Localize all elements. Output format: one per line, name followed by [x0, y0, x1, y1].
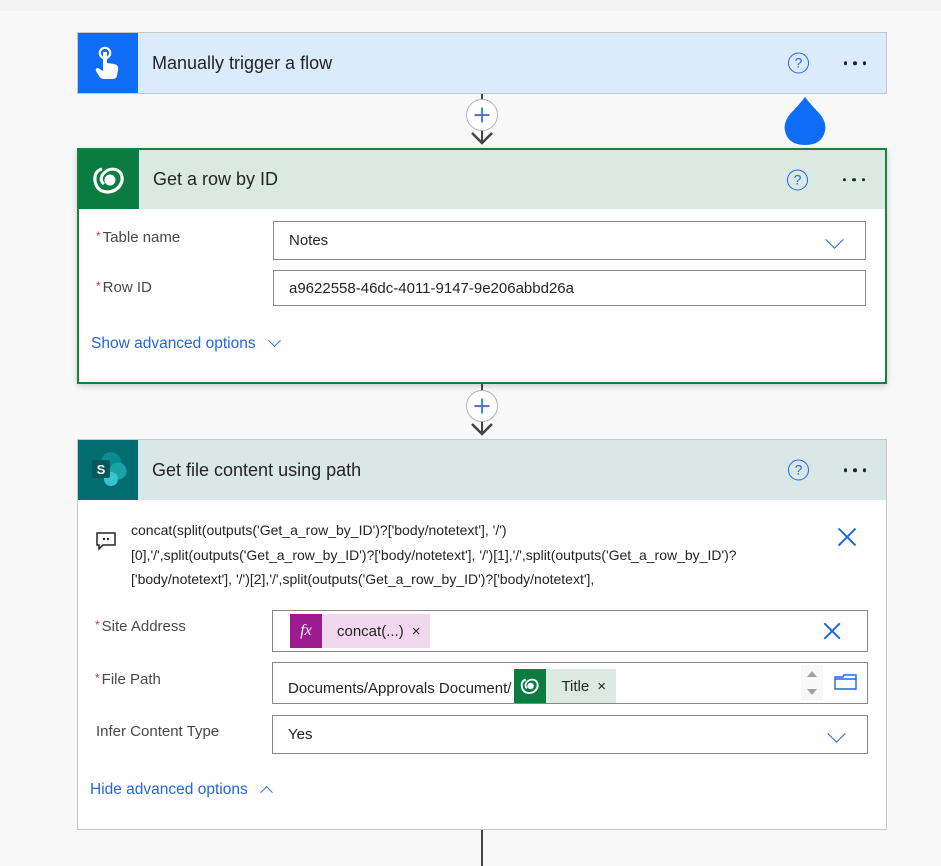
hide-advanced-options-link[interactable]: Hide advanced options: [90, 781, 273, 799]
arrow-down-icon: [471, 132, 493, 145]
infer-content-type-value: Yes: [288, 726, 313, 743]
row-id-value: a9622558-46dc-4011-9147-9e206abbd26a: [289, 279, 574, 297]
file-path-text: Documents/Approvals Document/: [288, 680, 512, 697]
get-row-card[interactable]: Get a row by ID ? * Table name Notes * Row…: [77, 148, 887, 384]
expression-line-3: ['body/notetext'], '/')[2],'/',split(out…: [131, 571, 595, 587]
table-name-value: Notes: [289, 232, 329, 249]
row-id-label-text: Row ID: [102, 279, 152, 296]
required-marker: *: [96, 279, 101, 293]
table-name-label: * Table name: [96, 229, 180, 246]
infer-content-type-dropdown[interactable]: Yes: [272, 715, 868, 754]
required-marker: *: [95, 618, 100, 632]
remove-token-icon[interactable]: ×: [597, 678, 616, 695]
row-id-label: * Row ID: [96, 279, 152, 296]
clear-icon[interactable]: [821, 620, 843, 642]
file-path-label-text: File Path: [101, 671, 161, 688]
more-options-icon[interactable]: [839, 174, 870, 186]
help-icon[interactable]: ?: [788, 52, 809, 74]
more-options-icon[interactable]: [840, 464, 871, 476]
table-name-dropdown[interactable]: Notes: [273, 221, 866, 260]
site-address-label: * Site Address: [95, 618, 186, 635]
get-row-card-header[interactable]: Get a row by ID ?: [79, 150, 885, 209]
show-advanced-options-text: Show advanced options: [91, 335, 256, 352]
expression-token[interactable]: fx concat(...) ×: [290, 614, 431, 648]
help-icon[interactable]: ?: [788, 459, 809, 481]
required-marker: *: [96, 229, 101, 243]
chevron-down-icon: [267, 334, 281, 348]
show-advanced-options-link[interactable]: Show advanced options: [91, 334, 281, 353]
dynamic-content-token[interactable]: Title ×: [514, 669, 616, 703]
touch-hand-icon: [78, 33, 138, 93]
remove-token-icon[interactable]: ×: [412, 623, 431, 640]
top-strip: [0, 0, 941, 11]
add-step-button[interactable]: [466, 99, 498, 131]
svg-text:S: S: [97, 462, 106, 477]
get-row-title: Get a row by ID: [153, 169, 279, 189]
trigger-title: Manually trigger a flow: [152, 52, 333, 73]
chevron-down-icon[interactable]: [825, 230, 844, 249]
trigger-card-header[interactable]: Manually trigger a flow ?: [78, 33, 886, 93]
expression-line-1: concat(split(outputs('Get_a_row_by_ID')?…: [131, 522, 507, 538]
fx-icon: fx: [290, 614, 322, 648]
get-file-content-card[interactable]: S Get file content using path ? concat(s…: [77, 439, 887, 830]
row-id-input[interactable]: a9622558-46dc-4011-9147-9e206abbd26a: [273, 270, 866, 306]
expression-line-2: [0],'/',split(outputs('Get_a_row_by_ID')…: [131, 546, 737, 563]
get-file-content-title: Get file content using path: [152, 459, 362, 480]
site-address-label-text: Site Address: [101, 618, 186, 635]
site-address-input[interactable]: fx concat(...) ×: [272, 610, 868, 652]
get-file-content-card-header[interactable]: S Get file content using path ?: [78, 440, 886, 500]
hide-advanced-options-text: Hide advanced options: [90, 781, 248, 798]
arrow-down-icon: [471, 423, 493, 436]
dataverse-icon: [514, 669, 547, 703]
file-path-input[interactable]: Documents/Approvals Document/ Title ×: [272, 662, 868, 704]
more-options-icon[interactable]: [840, 57, 871, 69]
dataverse-icon: [79, 150, 139, 209]
add-step-button[interactable]: [466, 390, 498, 422]
scroll-spinner[interactable]: [801, 665, 823, 701]
close-icon[interactable]: [835, 525, 859, 549]
infer-content-type-label: Infer Content Type: [96, 723, 220, 740]
drop-marker-icon[interactable]: [783, 95, 827, 147]
required-marker: *: [95, 671, 100, 685]
chevron-up-icon: [259, 785, 273, 799]
file-path-label: * File Path: [95, 671, 161, 688]
trigger-card[interactable]: Manually trigger a flow ?: [77, 32, 887, 94]
token-label: Title: [561, 677, 590, 695]
expression-tooltip: concat(split(outputs('Get_a_row_by_ID')?…: [131, 518, 831, 592]
scroll-down-icon[interactable]: [807, 689, 817, 695]
help-icon[interactable]: ?: [787, 169, 808, 190]
connector-line: [481, 830, 483, 866]
folder-icon[interactable]: [834, 673, 858, 691]
scroll-up-icon[interactable]: [807, 671, 817, 677]
sharepoint-icon: S: [78, 440, 138, 500]
comment-icon: [96, 532, 116, 551]
token-label: concat(...): [337, 622, 404, 640]
table-name-label-text: Table name: [102, 229, 181, 246]
chevron-down-icon[interactable]: [827, 724, 846, 743]
